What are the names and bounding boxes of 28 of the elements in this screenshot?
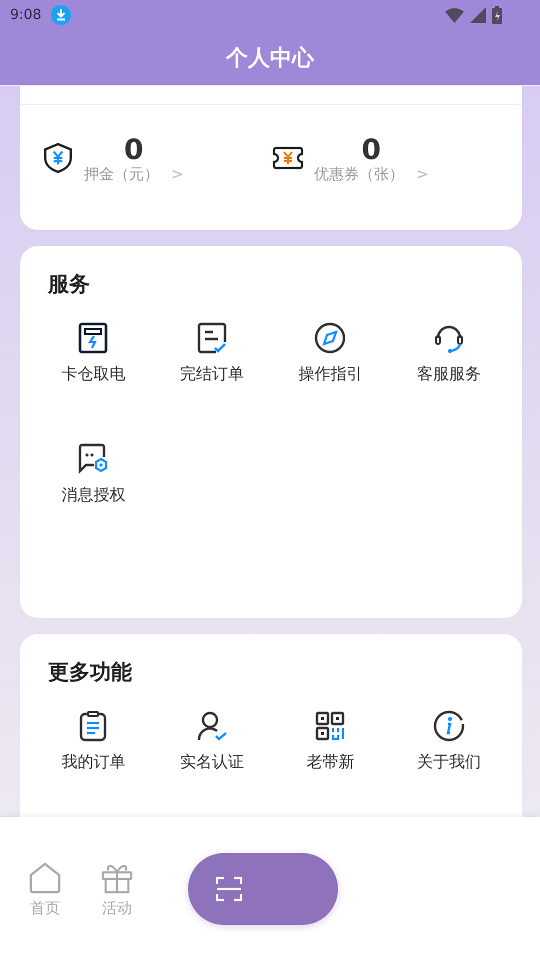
menu-item[interactable]: 卡仓取电 [34, 322, 152, 385]
menu-item[interactable]: 老带新 [271, 710, 390, 773]
page-title: 个人中心 [226, 44, 314, 73]
compass-icon [314, 322, 346, 354]
qr-code-icon [314, 710, 346, 742]
stat-value: 0 [124, 135, 144, 165]
menu-item[interactable]: 客服服务 [390, 322, 508, 385]
signal-icon [470, 7, 486, 23]
status-time: 9:08 [10, 7, 42, 23]
section-title: 更多功能 [48, 659, 132, 686]
scan-icon [215, 875, 243, 903]
section-title: 服务 [48, 271, 90, 298]
chat-icon [77, 443, 110, 475]
menu-item[interactable]: 完结订单 [152, 322, 271, 385]
menu-item[interactable]: 关于我们 [390, 710, 508, 773]
user-check-icon [196, 710, 228, 742]
menu-item[interactable]: 我的订单 [34, 710, 152, 773]
menu-item[interactable]: 消息授权 [34, 443, 152, 506]
shield-icon [42, 142, 74, 174]
scan-button[interactable] [188, 853, 338, 925]
home-icon [28, 861, 62, 895]
document-check-icon [196, 322, 228, 354]
info-icon [432, 710, 465, 742]
wifi-icon [445, 8, 464, 22]
stat-value: 0 [362, 135, 382, 165]
menu-item[interactable]: 操作指引 [271, 322, 390, 385]
download-icon [51, 5, 72, 25]
menu-item[interactable]: 实名认证 [152, 710, 271, 773]
